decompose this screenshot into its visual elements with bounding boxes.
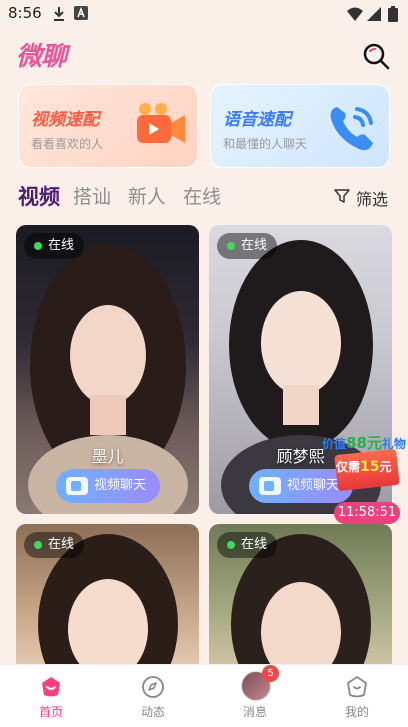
signal-icon: [367, 7, 381, 21]
nav-me-label: 我的: [344, 705, 369, 719]
home-icon: [42, 677, 60, 697]
tab-chat-up[interactable]: 搭讪: [73, 182, 111, 209]
voice-match-title: 语音速配: [223, 110, 291, 130]
battery-icon: [388, 6, 398, 22]
video-match-subtitle: 看看喜欢的人: [31, 137, 104, 151]
user-card[interactable]: 在线 墨儿 视频聊天: [16, 225, 199, 514]
video-match-title: 视频速配: [31, 110, 99, 130]
nav-home[interactable]: 首页: [0, 665, 102, 727]
tab-video[interactable]: 视频: [18, 181, 60, 211]
promo-line-2: 仅需15元: [336, 459, 392, 475]
nav-messages-label: 消息: [242, 705, 267, 719]
video-chat-label: 视频聊天: [94, 478, 147, 493]
video-chat-button[interactable]: 视频聊天: [56, 469, 160, 503]
wifi-icon: [347, 7, 363, 21]
voice-match-card[interactable]: 语音速配 和最懂的人聊天: [210, 84, 390, 168]
online-status-badge: 在线: [24, 532, 85, 558]
compass-icon: [142, 676, 164, 698]
online-status-badge: 在线: [217, 532, 278, 558]
user-card[interactable]: 在线: [209, 524, 392, 674]
tab-online[interactable]: 在线: [183, 182, 221, 209]
nav-messages[interactable]: 5 消息: [204, 665, 306, 727]
video-match-card[interactable]: 视频速配 看看喜欢的人: [18, 84, 198, 168]
online-status-badge: 在线: [217, 233, 278, 259]
notification-a-icon: [74, 6, 88, 20]
online-status-text: 在线: [48, 238, 75, 253]
user-name: 墨儿: [91, 447, 124, 466]
app-header: 微聊: [0, 30, 408, 78]
bottom-nav: 首页 动态 5 消息 我的: [0, 664, 408, 727]
nav-moments-label: 动态: [140, 705, 165, 719]
online-dot: [34, 541, 42, 549]
nav-moments[interactable]: 动态: [102, 665, 204, 727]
filter-icon: [334, 189, 350, 203]
phone-call-icon: [330, 107, 373, 151]
unread-badge: 5: [262, 665, 279, 682]
online-status-text: 在线: [48, 537, 75, 552]
tab-newcomers[interactable]: 新人: [128, 182, 166, 209]
status-time: 8:56: [8, 4, 42, 22]
video-call-icon: [259, 477, 281, 495]
online-status-text: 在线: [241, 238, 268, 253]
online-status-text: 在线: [241, 537, 268, 552]
user-card[interactable]: 在线: [16, 524, 199, 674]
online-status-badge: 在线: [24, 233, 85, 259]
nav-home-label: 首页: [38, 705, 63, 719]
profile-icon: [347, 676, 367, 698]
search-icon[interactable]: [362, 42, 390, 70]
gift-promo-banner[interactable]: 价值88元礼物 仅需15元: [322, 432, 408, 496]
video-call-icon: [66, 477, 88, 495]
online-dot: [227, 242, 235, 250]
status-bar: 8:56: [0, 0, 408, 28]
voice-match-subtitle: 和最懂的人聊天: [223, 137, 308, 151]
nav-me[interactable]: 我的: [306, 665, 408, 727]
filter-label: 筛选: [356, 190, 389, 209]
app-logo: 微聊: [16, 42, 67, 72]
online-dot: [227, 541, 235, 549]
video-camera-icon: [137, 103, 185, 143]
countdown-timer[interactable]: 11:58:51: [334, 502, 400, 524]
download-icon: [54, 7, 64, 21]
online-dot: [34, 242, 42, 250]
